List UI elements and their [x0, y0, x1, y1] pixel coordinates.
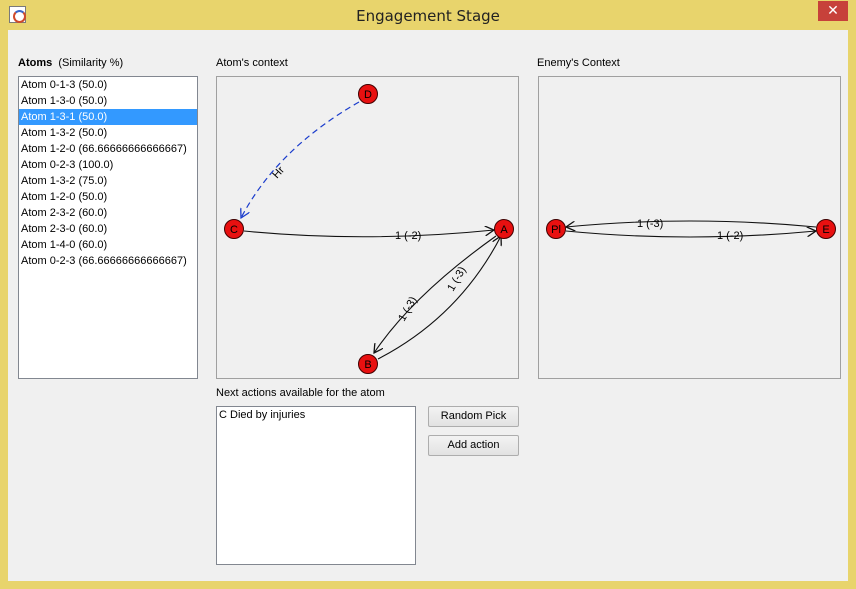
node-e-label: E: [822, 224, 829, 236]
atom-list-item[interactable]: Atom 1-3-0 (50.0): [19, 93, 197, 109]
node-d-label: D: [364, 89, 372, 101]
edge-pl-e: [565, 231, 816, 238]
enemy-context-label: Enemy's Context: [537, 57, 620, 69]
node-pl-label: Pl: [551, 224, 561, 236]
edge-d-c-label: Hr: [270, 164, 287, 181]
node-a[interactable]: A: [494, 219, 514, 239]
enemy-context-graph[interactable]: 1 (-3) 1 (-2) Pl E: [538, 76, 841, 379]
next-actions-list[interactable]: C Died by injuries: [216, 406, 416, 565]
node-pl[interactable]: Pl: [546, 219, 566, 239]
atom-list-item[interactable]: Atom 1-3-2 (50.0): [19, 125, 197, 141]
node-b[interactable]: B: [358, 354, 378, 374]
add-action-button[interactable]: Add action: [428, 435, 519, 456]
window-title: Engagement Stage: [356, 7, 500, 25]
edge-e-pl: [566, 220, 817, 227]
node-b-label: B: [364, 359, 371, 371]
atoms-header: Atoms (Similarity %): [18, 57, 123, 69]
next-actions-label: Next actions available for the atom: [216, 387, 385, 399]
node-c[interactable]: C: [224, 219, 244, 239]
atoms-list[interactable]: Atom 0-1-3 (50.0) Atom 1-3-0 (50.0) Atom 1…: [18, 76, 198, 379]
atom-list-item[interactable]: Atom 1-3-2 (75.0): [19, 173, 197, 189]
edge-b-a: [377, 236, 501, 360]
atom-list-item[interactable]: Atom 0-2-3 (100.0): [19, 157, 197, 173]
atom-list-item[interactable]: Atom 2-3-2 (60.0): [19, 205, 197, 221]
atom-list-item[interactable]: Atom 1-2-0 (66.66666666666667): [19, 141, 197, 157]
edge-d-c: [241, 101, 360, 218]
title-bar: Engagement Stage ✕: [0, 0, 856, 30]
atom-list-item[interactable]: Atom 0-2-3 (66.66666666666667): [19, 253, 197, 269]
atom-list-item[interactable]: Atom 1-4-0 (60.0): [19, 237, 197, 253]
node-e[interactable]: E: [816, 219, 836, 239]
atoms-heading: Atoms: [18, 57, 53, 69]
close-button[interactable]: ✕: [818, 1, 848, 21]
atom-context-graph[interactable]: Hr 1 (-2) 1 (-3) 1 (-3) D C A B: [216, 76, 519, 379]
atom-list-item[interactable]: Atom 1-2-0 (50.0): [19, 189, 197, 205]
atoms-subheading: (Similarity %): [58, 57, 124, 69]
random-pick-button[interactable]: Random Pick: [428, 406, 519, 427]
atom-context-label: Atom's context: [216, 57, 288, 69]
edge-a-b-label: 1 (-3): [396, 295, 420, 324]
node-d[interactable]: D: [358, 84, 378, 104]
window-content: Atoms (Similarity %) Atom 0-1-3 (50.0) At…: [8, 30, 848, 581]
edge-a-b: [374, 235, 497, 353]
atom-list-item[interactable]: Atom 0-1-3 (50.0): [19, 77, 197, 93]
atom-list-item[interactable]: Atom 1-3-1 (50.0): [19, 109, 197, 125]
edge-c-a: [243, 230, 494, 238]
node-a-label: A: [500, 224, 508, 236]
node-c-label: C: [230, 224, 238, 236]
action-list-item[interactable]: C Died by injuries: [217, 407, 415, 423]
edge-pl-e-label: 1 (-2): [717, 230, 743, 242]
edge-c-a-label: 1 (-2): [395, 230, 421, 242]
atom-list-item[interactable]: Atom 2-3-0 (60.0): [19, 221, 197, 237]
edge-e-pl-label: 1 (-3): [637, 218, 663, 230]
